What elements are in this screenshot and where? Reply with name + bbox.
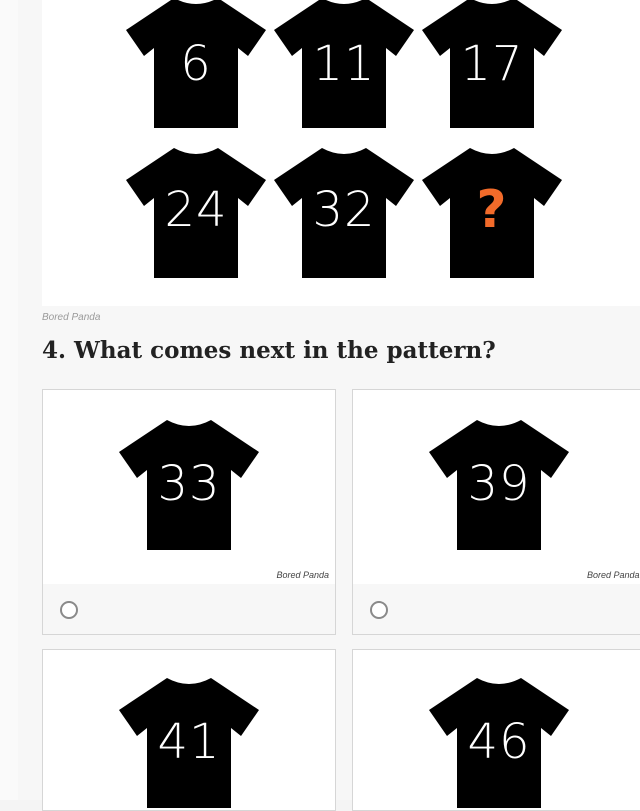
shirt-number: 11 (312, 36, 376, 92)
radio-button-icon[interactable] (370, 601, 388, 619)
answer-image: 33 Bored Panda (43, 390, 335, 584)
answer-shirt: 46 (429, 678, 569, 808)
answer-shirt: 33 (119, 420, 259, 550)
answer-footer (353, 584, 640, 634)
answer-number: 41 (157, 714, 221, 770)
answer-image: 41 (43, 650, 335, 810)
answer-number: 39 (467, 456, 531, 512)
card-credit: Bored Panda (587, 570, 640, 580)
question-mark: ? (476, 180, 508, 240)
shirt-number: 17 (460, 36, 524, 92)
answer-image: 46 (353, 650, 640, 810)
image-credit: Bored Panda (42, 312, 101, 323)
answer-footer (43, 584, 335, 634)
answer-option-2[interactable]: 39 Bored Panda (352, 389, 640, 635)
answer-shirt: 39 (429, 420, 569, 550)
radio-button-icon[interactable] (60, 601, 78, 619)
shirt-1: 6 (126, 0, 266, 128)
shirt-6-question: ? (422, 148, 562, 278)
answer-number: 46 (467, 714, 531, 770)
answer-image: 39 Bored Panda (353, 390, 640, 584)
shirt-2: 11 (274, 0, 414, 128)
answer-option-4[interactable]: 46 (352, 649, 640, 811)
question-title: 4. What comes next in the pattern? (42, 337, 496, 364)
left-margin (0, 0, 19, 800)
shirt-3: 17 (422, 0, 562, 128)
answer-option-1[interactable]: 33 Bored Panda (42, 389, 336, 635)
answer-option-3[interactable]: 41 (42, 649, 336, 811)
shirt-number: 6 (180, 36, 212, 92)
quiz-page: 6 11 17 24 32 ? Bored Panda 4. What come… (18, 0, 640, 811)
answer-number: 33 (157, 456, 221, 512)
shirt-4: 24 (126, 148, 266, 278)
answer-shirt: 41 (119, 678, 259, 808)
shirt-number: 32 (312, 182, 376, 238)
puzzle-image: 6 11 17 24 32 ? (42, 0, 640, 306)
shirt-5: 32 (274, 148, 414, 278)
card-credit: Bored Panda (276, 570, 329, 580)
shirt-number: 24 (164, 182, 228, 238)
